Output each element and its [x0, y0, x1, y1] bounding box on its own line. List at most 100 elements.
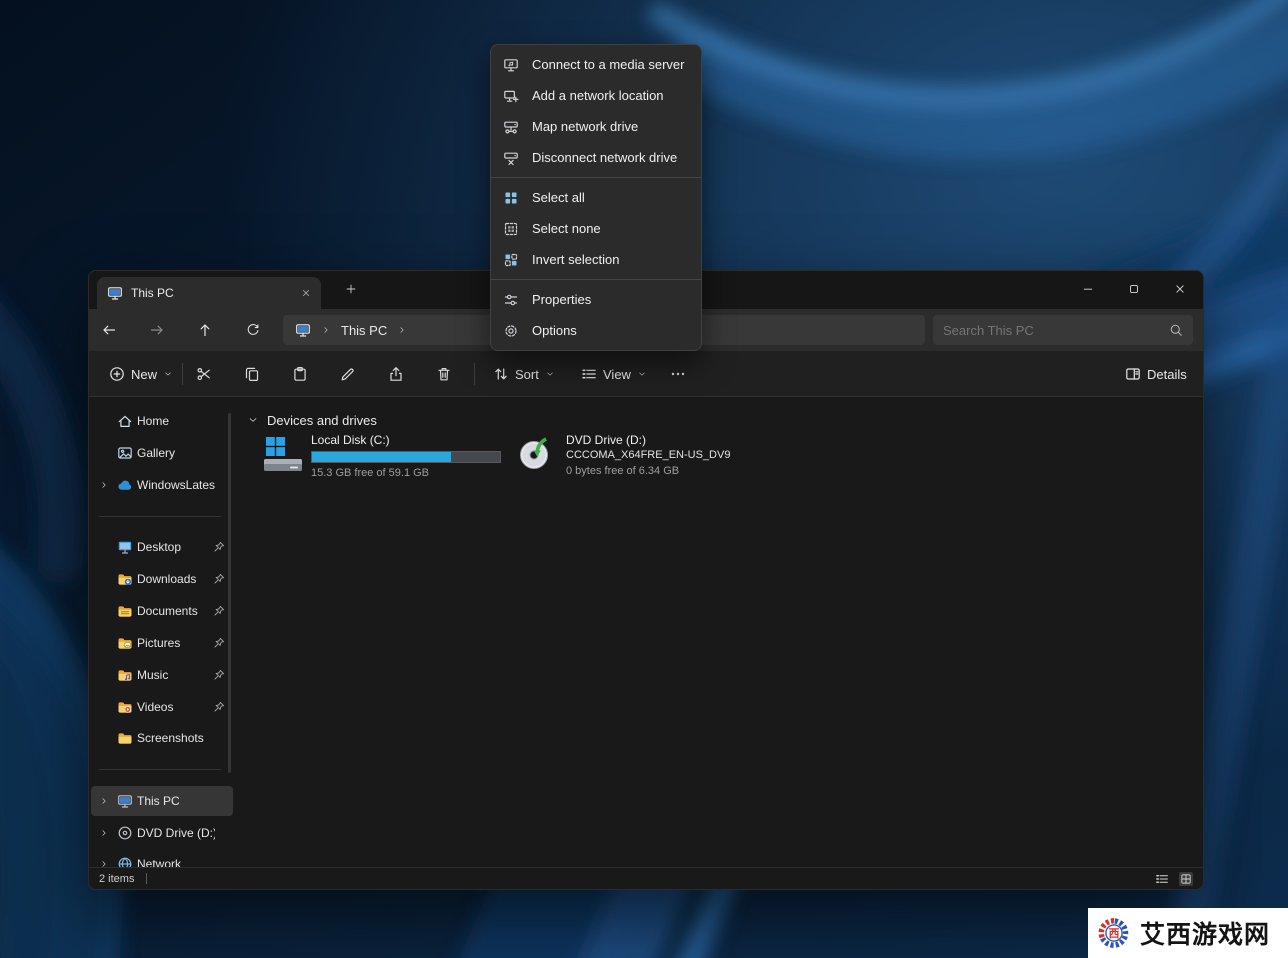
- sidebar-item-screenshots[interactable]: Screenshots: [91, 723, 233, 753]
- large-icons-view-toggle-icon[interactable]: [1179, 872, 1193, 886]
- forward-icon: [149, 322, 165, 338]
- menu-item-map-network-drive[interactable]: Map network drive: [491, 111, 701, 142]
- status-divider: [146, 873, 147, 884]
- details-pane-button[interactable]: Details: [1115, 358, 1197, 390]
- chevron-right-icon[interactable]: [99, 828, 109, 838]
- menu-item-options[interactable]: Options: [491, 315, 701, 346]
- breadcrumb[interactable]: This PC: [341, 323, 387, 338]
- tab-this-pc[interactable]: This PC: [97, 277, 321, 309]
- view-button-label: View: [603, 367, 631, 382]
- close-button[interactable]: [1157, 271, 1203, 307]
- chevron-right-icon[interactable]: [99, 480, 109, 490]
- chevron-right-icon[interactable]: [99, 796, 109, 806]
- chevron-right-icon[interactable]: [397, 325, 407, 335]
- monitor-icon: [107, 285, 123, 301]
- menu-item-select-none[interactable]: Select none: [491, 213, 701, 244]
- sidebar-item-gallery[interactable]: Gallery: [91, 438, 233, 468]
- pin-icon: [213, 541, 225, 553]
- cut-button[interactable]: [186, 358, 222, 390]
- sidebar-item-this-pc[interactable]: This PC: [91, 786, 233, 816]
- menu-item-disconnect-network-drive[interactable]: Disconnect network drive: [491, 142, 701, 173]
- sidebar-item-label: Pictures: [137, 636, 215, 650]
- pin-icon: [213, 573, 225, 585]
- sidebar-item-music[interactable]: Music: [91, 660, 233, 690]
- minimize-icon: [1082, 283, 1094, 295]
- sidebar-item-dvd-drive[interactable]: DVD Drive (D:) C: [91, 818, 233, 848]
- add-network-location-icon: [503, 88, 519, 104]
- sidebar-item-documents[interactable]: Documents: [91, 596, 233, 626]
- back-button[interactable]: [91, 314, 127, 346]
- share-button[interactable]: [378, 358, 414, 390]
- menu-item-invert-selection[interactable]: Invert selection: [491, 244, 701, 275]
- details-button-label: Details: [1147, 367, 1187, 382]
- delete-button[interactable]: [426, 358, 462, 390]
- sidebar-item-home[interactable]: Home: [91, 406, 233, 436]
- hard-drive-icon: [263, 436, 303, 474]
- sidebar-item-label: Gallery: [137, 446, 215, 460]
- refresh-button[interactable]: [235, 314, 271, 346]
- menu-item-label: Select none: [532, 221, 601, 236]
- search-box[interactable]: [933, 315, 1193, 345]
- menu-item-label: Select all: [532, 190, 585, 205]
- select-none-icon: [503, 221, 519, 237]
- share-icon: [388, 366, 404, 382]
- drive-local-disk-c[interactable]: Local Disk (C:) 15.3 GB free of 59.1 GB: [255, 429, 505, 481]
- menu-item-properties[interactable]: Properties: [491, 284, 701, 315]
- forward-button[interactable]: [139, 314, 175, 346]
- maximize-button[interactable]: [1111, 271, 1157, 307]
- cut-icon: [196, 366, 212, 382]
- chevron-right-icon[interactable]: [321, 325, 331, 335]
- new-tab-icon[interactable]: [345, 283, 357, 295]
- view-button[interactable]: View: [571, 358, 657, 390]
- rename-button[interactable]: [330, 358, 366, 390]
- menu-item-label: Disconnect network drive: [532, 150, 677, 165]
- maximize-icon: [1128, 283, 1140, 295]
- sidebar-item-downloads[interactable]: Downloads: [91, 564, 233, 594]
- drive-dvd-d[interactable]: DVD Drive (D:) CCCOMA_X64FRE_EN-US_DV9 0…: [509, 429, 769, 481]
- sidebar-item-label: This PC: [137, 794, 215, 808]
- see-more-menu: Connect to a media server Add a network …: [490, 44, 702, 351]
- sidebar-item-videos[interactable]: Videos: [91, 692, 233, 722]
- sidebar-item-pictures[interactable]: Pictures: [91, 628, 233, 658]
- volume-label: CCCOMA_X64FRE_EN-US_DV9: [566, 449, 730, 461]
- menu-item-label: Options: [532, 323, 577, 338]
- options-icon: [503, 323, 519, 339]
- sidebar-scrollbar[interactable]: [228, 413, 231, 773]
- see-more-button[interactable]: [660, 358, 696, 390]
- sidebar-divider: [99, 769, 221, 770]
- paste-button[interactable]: [282, 358, 318, 390]
- new-button[interactable]: New: [99, 358, 183, 390]
- chevron-right-icon[interactable]: [99, 859, 109, 867]
- copy-button[interactable]: [234, 358, 270, 390]
- details-view-toggle-icon[interactable]: [1155, 872, 1169, 886]
- menu-item-connect-media-server[interactable]: Connect to a media server: [491, 49, 701, 80]
- dvd-disc-icon: [517, 436, 555, 474]
- rename-icon: [340, 366, 356, 382]
- sort-button[interactable]: Sort: [483, 358, 565, 390]
- videos-folder-icon: [117, 699, 133, 715]
- watermark-gear-logo-icon: 西: [1096, 915, 1132, 951]
- menu-item-add-network-location[interactable]: Add a network location: [491, 80, 701, 111]
- section-title: Devices and drives: [267, 413, 377, 428]
- sidebar-item-label: Desktop: [137, 540, 215, 554]
- sidebar-item-label: Network: [137, 857, 215, 867]
- menu-item-select-all[interactable]: Select all: [491, 182, 701, 213]
- music-folder-icon: [117, 667, 133, 683]
- section-devices-and-drives[interactable]: Devices and drives: [247, 410, 377, 430]
- dvd-icon: [117, 825, 133, 841]
- search-input[interactable]: [943, 323, 1169, 338]
- sidebar-item-label: DVD Drive (D:) C: [137, 826, 215, 840]
- minimize-button[interactable]: [1065, 271, 1111, 307]
- chevron-down-icon: [545, 369, 555, 379]
- tab-close-icon[interactable]: [301, 288, 311, 298]
- drive-name: Local Disk (C:): [311, 433, 501, 447]
- up-button[interactable]: [187, 314, 223, 346]
- chevron-down-icon[interactable]: [247, 414, 259, 426]
- sidebar-item-windowslatest[interactable]: WindowsLatest: [91, 470, 233, 500]
- sidebar-item-desktop[interactable]: Desktop: [91, 532, 233, 562]
- explorer-body: Home Gallery WindowsLatest Desktop: [89, 397, 1203, 867]
- sidebar-item-network[interactable]: Network: [91, 849, 233, 867]
- drive-info: DVD Drive (D:) CCCOMA_X64FRE_EN-US_DV9 0…: [566, 433, 730, 477]
- documents-folder-icon: [117, 603, 133, 619]
- search-icon[interactable]: [1169, 323, 1183, 337]
